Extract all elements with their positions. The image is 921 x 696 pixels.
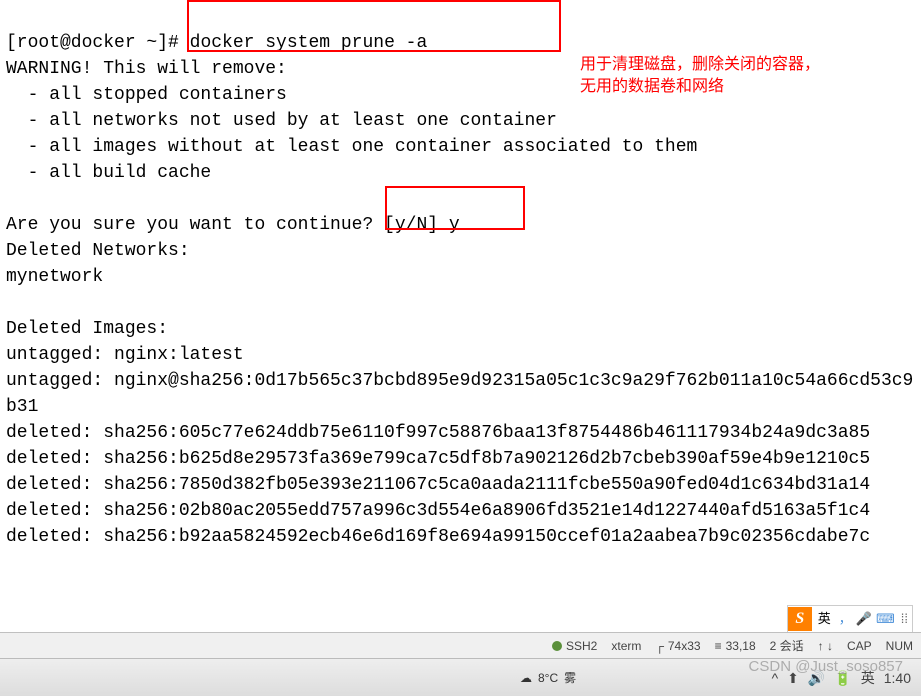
status-cursor: ≡ 33,18 — [715, 633, 756, 659]
image-line: deleted: sha256:b92aa5824592ecb46e6d169f… — [6, 527, 870, 547]
status-size: ┌ 74x33 — [655, 633, 700, 659]
status-ssh: SSH2 — [552, 633, 597, 659]
windows-taskbar[interactable]: ☁ 8°C 雾 ^ ⬆ 🔊 🔋 英 1:40 — [0, 658, 921, 696]
image-line: deleted: sha256:02b80ac2055edd757a996c3d… — [6, 501, 870, 521]
annotation-text: 用于清理磁盘，删除关闭的容器， 无用的数据卷和网络 — [580, 54, 820, 98]
bullet-line: - all images without at least one contai… — [6, 137, 697, 157]
section-header: Deleted Images: — [6, 319, 168, 339]
image-line: untagged: nginx:latest — [6, 345, 244, 365]
comma-icon[interactable]: ， — [837, 606, 854, 632]
shell-command: docker system prune -a — [190, 33, 428, 53]
status-num: NUM — [886, 633, 913, 659]
warning-line: WARNING! This will remove: — [6, 59, 287, 79]
section-header: Deleted Networks: — [6, 241, 190, 261]
weather-icon: ☁ — [520, 665, 532, 691]
bullet-line: - all networks not used by at least one … — [6, 111, 557, 131]
image-line: deleted: sha256:7850d382fb05e393e211067c… — [6, 475, 870, 495]
battery-icon[interactable]: 🔋 — [834, 665, 851, 691]
weather-desc: 雾 — [564, 665, 576, 691]
status-term: xterm — [611, 633, 641, 659]
image-line: b31 — [6, 397, 38, 417]
ime-toolbar[interactable]: S 英 ， 🎤 ⌨ ⁞⁞ — [787, 605, 913, 633]
ime-tray-icon[interactable]: 英 — [861, 665, 875, 691]
grid-icon[interactable]: ⁞⁞ — [897, 606, 912, 632]
confirm-prompt: Are you sure you want to continue? [y/N] — [6, 215, 449, 235]
image-line: untagged: nginx@sha256:0d17b565c37bcbd89… — [6, 371, 913, 391]
system-tray[interactable]: ^ ⬆ 🔊 🔋 英 1:40 — [772, 665, 921, 691]
lock-icon — [552, 641, 562, 651]
tray-overflow-icon[interactable]: ^ — [772, 665, 779, 691]
network-icon[interactable]: ⬆ — [787, 665, 799, 691]
keyboard-icon[interactable]: ⌨ — [874, 606, 897, 632]
status-cap: CAP — [847, 633, 872, 659]
image-line: deleted: sha256:605c77e624ddb75e6110f997… — [6, 423, 870, 443]
sogou-logo-icon[interactable]: S — [788, 607, 812, 631]
bullet-line: - all stopped containers — [6, 85, 287, 105]
volume-icon[interactable]: 🔊 — [808, 665, 825, 691]
network-item: mynetwork — [6, 267, 103, 287]
status-arrows: ↑ ↓ — [818, 633, 833, 659]
bullet-line: - all build cache — [6, 163, 211, 183]
weather-widget[interactable]: ☁ 8°C 雾 — [0, 665, 576, 691]
terminal-output[interactable]: [root@docker ~]# docker system prune -a … — [0, 0, 921, 680]
image-line: deleted: sha256:b625d8e29573fa369e799ca7… — [6, 449, 870, 469]
ime-lang-toggle[interactable]: 英 — [812, 606, 837, 632]
shell-prompt: [root@docker ~]# — [6, 33, 190, 53]
mic-icon[interactable]: 🎤 — [854, 606, 874, 632]
weather-temp: 8°C — [538, 665, 558, 691]
status-sessions: 2 会话 — [770, 633, 804, 659]
terminal-statusbar: SSH2 xterm ┌ 74x33 ≡ 33,18 2 会话 ↑ ↓ CAP … — [0, 632, 921, 659]
confirm-answer: y — [449, 215, 460, 235]
clock[interactable]: 1:40 — [884, 665, 911, 691]
